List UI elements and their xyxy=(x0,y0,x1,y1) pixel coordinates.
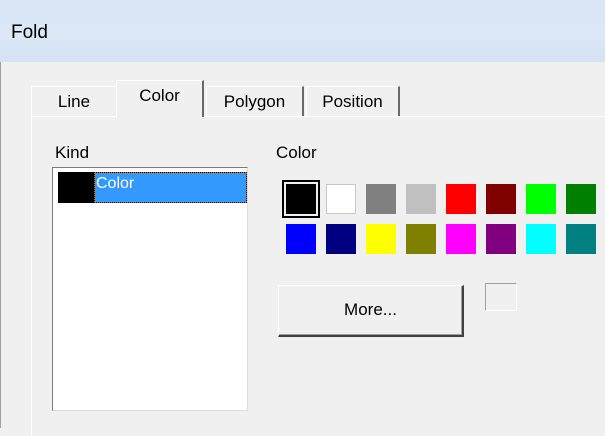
tab-position[interactable]: Position xyxy=(306,86,400,116)
title-bar: Fold xyxy=(0,0,605,62)
tab-polygon[interactable]: Polygon xyxy=(206,86,304,116)
tab-color[interactable]: Color xyxy=(116,80,204,117)
tab-line[interactable]: Line xyxy=(31,86,116,116)
tab-panel-color xyxy=(31,116,605,436)
window-title: Fold xyxy=(11,22,48,43)
